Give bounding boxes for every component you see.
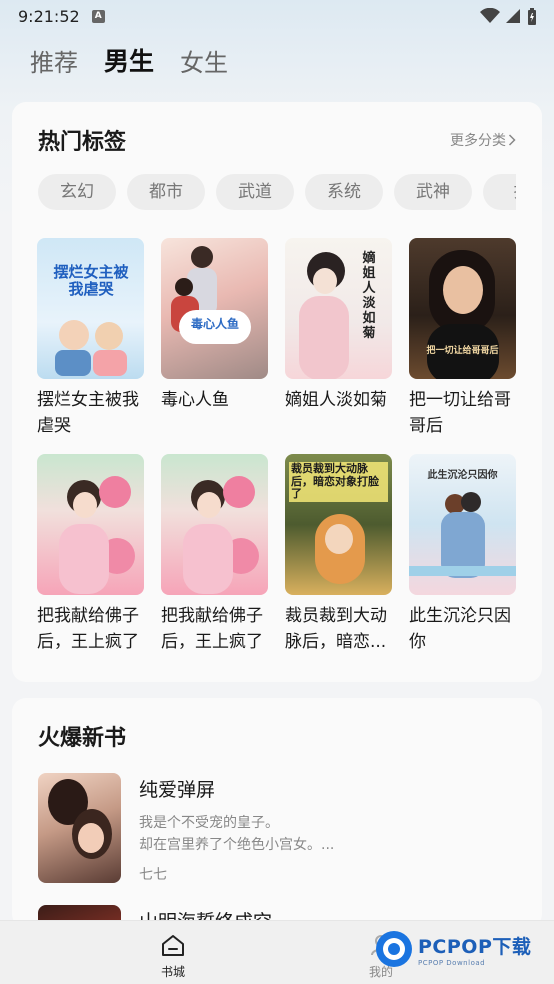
figure-shape xyxy=(197,492,221,518)
book-cover: 毒心人鱼 xyxy=(161,238,268,379)
tag-chip[interactable]: 武神 xyxy=(394,174,472,210)
home-icon xyxy=(162,935,184,956)
figure-shape xyxy=(461,492,481,512)
cover-title-art: 裁员裁到大动脉后，暗恋对象打脸了 xyxy=(289,462,388,502)
site-watermark: PCPOP下载 PCPOP Download xyxy=(376,924,531,974)
watermark-main: PCPOP下载 xyxy=(418,935,532,958)
figure-shape xyxy=(325,524,353,554)
book-cover: 把一切让给哥哥后 xyxy=(409,238,516,379)
book-card[interactable]: 毒心人鱼 毒心人鱼 xyxy=(161,238,268,438)
chevron-right-icon xyxy=(508,134,516,146)
new-book-cover xyxy=(38,773,121,883)
hot-tags-card: 热门标签 更多分类 玄幻 都市 武道 系统 武神 护 摆烂女主被我虐哭 摆烂女主… xyxy=(12,102,542,682)
status-time: 9:21:52 xyxy=(18,6,80,26)
figure-shape xyxy=(59,524,109,594)
book-card[interactable]: 裁员裁到大动脉后，暗恋对象打脸了 裁员裁到大动脉后，暗恋... xyxy=(285,454,392,654)
new-book-title: 纯爱弹屏 xyxy=(139,779,216,801)
watermark-logo-icon xyxy=(376,931,412,967)
new-book-desc-line: 我是个不受宠的皇子。 xyxy=(139,815,279,831)
book-title: 嫡姐人淡如菊 xyxy=(285,390,387,410)
cover-title-art: 把一切让给哥哥后 xyxy=(426,346,499,356)
sea-shape xyxy=(409,566,516,576)
book-cover xyxy=(37,454,144,595)
book-cover: 裁员裁到大动脉后，暗恋对象打脸了 xyxy=(285,454,392,595)
new-book-item[interactable]: 纯爱弹屏 我是个不受宠的皇子。 却在宫里养了个绝色小宫女。... 七七 xyxy=(38,773,519,884)
tag-chip[interactable]: 护 xyxy=(483,174,516,210)
figure-shape xyxy=(73,492,97,518)
battery-icon xyxy=(528,7,536,25)
flower-shape xyxy=(223,476,255,508)
book-title: 摆烂女主被我虐哭 xyxy=(37,390,139,436)
book-title: 把我献给佛子后，王上疯了 xyxy=(37,606,139,652)
flower-shape xyxy=(99,476,131,508)
figure-shape xyxy=(59,320,89,350)
cover-title-art: 此生沉沦只因你 xyxy=(427,470,498,481)
figure-shape xyxy=(183,524,233,594)
book-title: 裁员裁到大动脉后，暗恋... xyxy=(285,606,387,652)
wifi-icon xyxy=(480,8,500,23)
cover-title-art: 嫡姐人淡如菊 xyxy=(362,251,376,341)
tab-recommend[interactable]: 推荐 xyxy=(30,43,78,78)
figure-shape xyxy=(443,266,483,314)
status-bar: 9:21:52 A xyxy=(0,0,554,32)
notification-icon: A xyxy=(91,9,105,23)
new-books-header: 火爆新书 xyxy=(38,720,516,752)
hot-tags-header: 热门标签 更多分类 xyxy=(38,124,516,156)
new-books-card: 火爆新书 纯爱弹屏 我是个不受宠的皇子。 却在宫里养了个绝色小宫女。... 七七… xyxy=(12,698,542,928)
more-categories-link[interactable]: 更多分类 xyxy=(450,130,516,150)
figure-shape xyxy=(191,246,213,268)
book-card[interactable]: 摆烂女主被我虐哭 摆烂女主被我虐哭 xyxy=(37,238,144,438)
book-card[interactable]: 把我献给佛子后，王上疯了 xyxy=(161,454,268,654)
tag-chip[interactable]: 系统 xyxy=(305,174,383,210)
tag-chip[interactable]: 都市 xyxy=(127,174,205,210)
more-categories-label: 更多分类 xyxy=(450,133,506,149)
watermark-sub: PCPOP Download xyxy=(418,958,486,967)
cover-title-art: 摆烂女主被我虐哭 xyxy=(53,263,129,299)
tab-female[interactable]: 女生 xyxy=(180,43,228,78)
watermark-text: PCPOP下载 PCPOP Download xyxy=(418,932,531,967)
signal-icon xyxy=(506,9,520,23)
book-title: 把我献给佛子后，王上疯了 xyxy=(161,606,263,652)
top-tabs: 推荐 男生 女生 xyxy=(30,40,228,80)
new-book-desc-line: 却在宫里养了个绝色小宫女。... xyxy=(139,837,335,853)
book-card[interactable]: 把一切让给哥哥后 把一切让给哥哥后 xyxy=(409,238,516,438)
figure-shape xyxy=(313,268,337,294)
tab-male[interactable]: 男生 xyxy=(104,42,154,78)
nav-label: 书城 xyxy=(160,965,185,979)
cover-title-art: 毒心人鱼 xyxy=(190,317,239,331)
tag-chip[interactable]: 武道 xyxy=(216,174,294,210)
figure-shape xyxy=(95,322,123,350)
new-book-desc: 我是个不受宠的皇子。 却在宫里养了个绝色小宫女。... xyxy=(139,812,519,856)
nav-bookstore[interactable]: 书城 xyxy=(143,933,203,980)
figure-shape xyxy=(55,350,91,376)
book-card[interactable]: 此生沉沦只因你 此生沉沦只因你 xyxy=(409,454,516,654)
book-grid: 摆烂女主被我虐哭 摆烂女主被我虐哭 毒心人鱼 毒心人鱼 嫡姐人淡如菊 嫡姐人淡如… xyxy=(37,238,537,654)
figure-shape xyxy=(93,350,127,376)
figure-shape xyxy=(78,823,104,853)
new-books-title: 火爆新书 xyxy=(38,726,127,751)
tag-list: 玄幻 都市 武道 系统 武神 护 xyxy=(38,174,516,212)
book-title: 毒心人鱼 xyxy=(161,390,229,410)
book-title: 把一切让给哥哥后 xyxy=(409,390,511,436)
figure-shape xyxy=(175,278,193,296)
new-book-author: 七七 xyxy=(139,867,167,883)
book-cover: 嫡姐人淡如菊 xyxy=(285,238,392,379)
hot-tags-title: 热门标签 xyxy=(38,130,127,155)
book-card[interactable]: 把我献给佛子后，王上疯了 xyxy=(37,454,144,654)
book-cover: 摆烂女主被我虐哭 xyxy=(37,238,144,379)
new-book-info: 纯爱弹屏 我是个不受宠的皇子。 却在宫里养了个绝色小宫女。... 七七 xyxy=(139,773,519,884)
book-cover: 此生沉沦只因你 xyxy=(409,454,516,595)
figure-shape xyxy=(299,296,349,379)
book-card[interactable]: 嫡姐人淡如菊 嫡姐人淡如菊 xyxy=(285,238,392,438)
tag-chip[interactable]: 玄幻 xyxy=(38,174,116,210)
book-title: 此生沉沦只因你 xyxy=(409,606,511,652)
book-cover xyxy=(161,454,268,595)
